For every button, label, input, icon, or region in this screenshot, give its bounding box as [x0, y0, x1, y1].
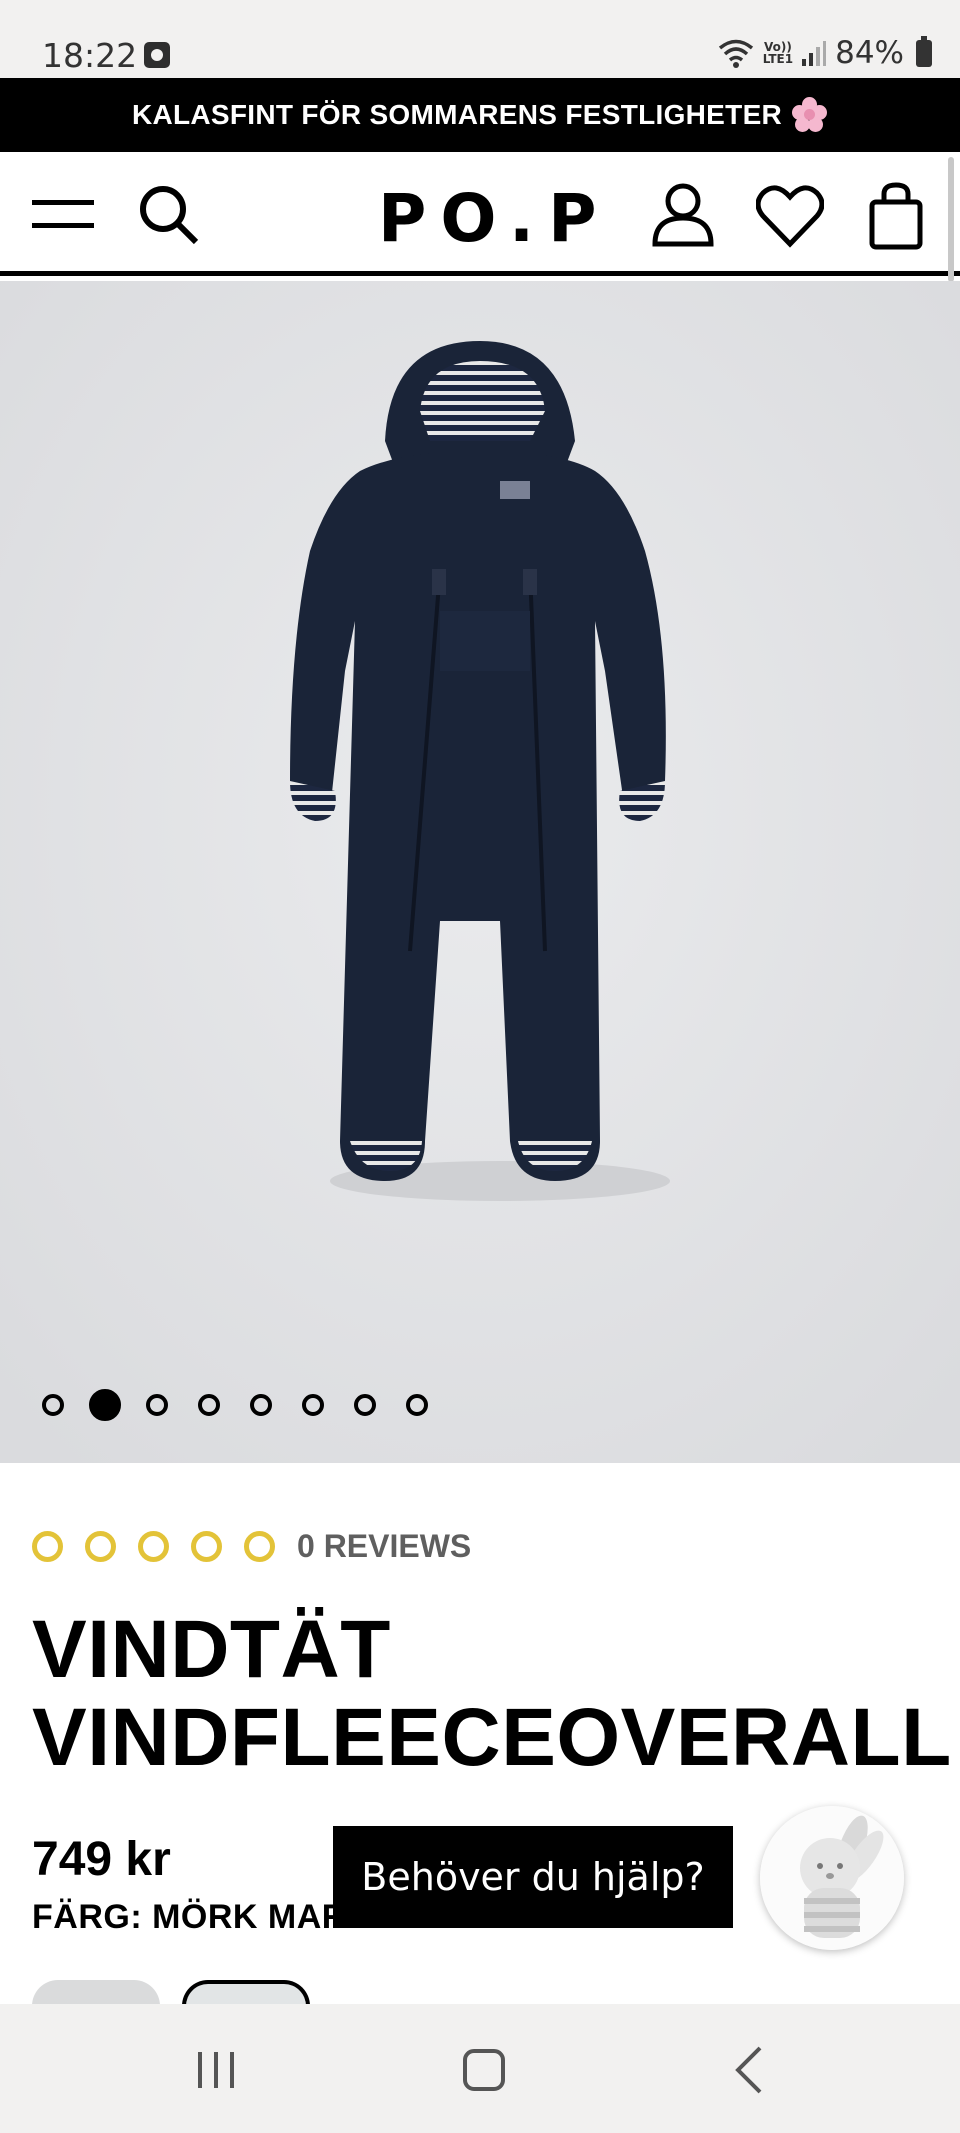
heart-icon[interactable] — [756, 182, 824, 248]
carousel-dot[interactable] — [146, 1394, 168, 1416]
carousel-dot[interactable] — [198, 1394, 220, 1416]
wifi-icon — [718, 39, 753, 68]
battery-icon — [916, 35, 932, 67]
reviews-count[interactable]: 0 REVIEWS — [297, 1528, 471, 1565]
bag-icon[interactable] — [868, 182, 924, 250]
system-nav-bar — [0, 2004, 960, 2133]
rating-circle-icon — [244, 1531, 275, 1562]
carousel-dot[interactable] — [302, 1394, 324, 1416]
carousel-dot[interactable] — [406, 1394, 428, 1416]
help-chat-button[interactable]: Behöver du hjälp? — [333, 1826, 733, 1928]
rating-row[interactable]: 0 REVIEWS — [32, 1528, 471, 1565]
rating-circle-icon — [191, 1531, 222, 1562]
menu-icon[interactable] — [30, 182, 94, 246]
product-price: 749 kr — [32, 1833, 171, 1886]
brand-logo[interactable]: PO.P — [378, 180, 610, 257]
search-icon[interactable] — [136, 182, 200, 246]
flower-icon — [792, 97, 828, 133]
site-header: PO.P — [0, 152, 960, 276]
rating-circle-icon — [85, 1531, 116, 1562]
notification-app-icon — [144, 42, 170, 68]
carousel-dot-active[interactable] — [89, 1389, 121, 1421]
page-scrollbar[interactable] — [948, 157, 954, 282]
signal-icon — [802, 41, 827, 66]
rating-circle-icon — [32, 1531, 63, 1562]
carousel-dot[interactable] — [354, 1394, 376, 1416]
rating-circle-icon — [138, 1531, 169, 1562]
product-title: VINDTÄT VINDFLEECEOVERALL — [32, 1604, 952, 1783]
carousel-dot[interactable] — [250, 1394, 272, 1416]
bunny-mascot-icon — [760, 1806, 904, 1950]
status-time: 18:22 — [42, 36, 138, 75]
promo-text: KALASFINT FÖR SOMMARENS FESTLIGHETER — [131, 99, 783, 130]
recent-apps-icon[interactable] — [186, 2040, 246, 2100]
promo-banner[interactable]: KALASFINT FÖR SOMMARENS FESTLIGHETER — [0, 78, 960, 152]
status-indicators: Vo)) LTE1 84% — [717, 34, 932, 72]
carousel-dots — [42, 1389, 428, 1421]
product-image-gallery[interactable] — [0, 281, 960, 1463]
home-icon[interactable] — [454, 2040, 514, 2100]
carousel-dot[interactable] — [42, 1394, 64, 1416]
status-bar: 18:22 Vo)) LTE1 84% — [0, 0, 960, 78]
account-icon[interactable] — [650, 182, 716, 248]
battery-percent: 84% — [835, 35, 904, 71]
back-icon[interactable] — [722, 2040, 782, 2100]
network-type-label: Vo)) LTE1 — [762, 40, 794, 66]
product-photo — [0, 281, 960, 1463]
help-chat-avatar[interactable] — [760, 1806, 904, 1950]
